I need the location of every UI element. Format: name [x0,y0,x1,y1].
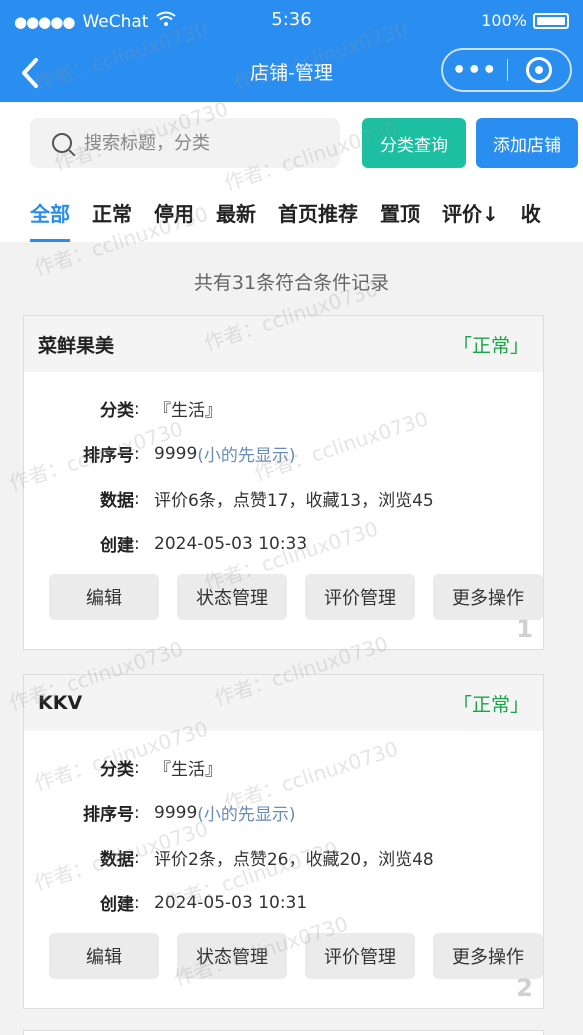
card-index: 1 [516,615,533,643]
card-body: 分类 : 『生活』 排序号 : 9999 (小的先显示) 数据 : 评价2条，点… [24,731,543,979]
status-badge: 「正常」 [452,693,529,716]
status-manage-button[interactable]: 状态管理 [177,574,287,620]
more-actions-button[interactable]: 更多操作 [433,574,543,620]
created-value: 2024-05-03 10:31 [154,892,308,913]
store-name: 菜鲜果美 [38,334,115,357]
tab-pinned[interactable]: 置顶 [380,182,420,242]
close-mini-program-button[interactable] [508,57,570,83]
edit-button[interactable]: 编辑 [49,933,159,979]
colon: : [134,398,140,419]
sort-value: 9999 [154,443,198,464]
created-field: 创建 : 2024-05-03 10:31 [24,880,543,925]
store-name: KKV [38,692,83,714]
colon: : [134,802,140,823]
data-label: 数据 [100,491,134,511]
more-menu-button[interactable]: ••• [443,58,507,83]
category-label: 分类 [100,401,134,421]
category-query-button[interactable]: 分类查询 [362,118,466,168]
store-card: 菜鲜果美 「正常」 分类 : 『生活』 排序号 : 9999 (小的先显示) 数… [23,315,544,650]
store-card: KKV 「正常」 分类 : 『生活』 排序号 : 9999 (小的先显示) 数据… [23,674,544,1009]
colon: : [134,533,140,554]
tab-latest[interactable]: 最新 [216,182,256,242]
colon: : [134,488,140,509]
sort-field: 排序号 : 9999 (小的先显示) [24,790,543,835]
search-input[interactable] [84,132,324,154]
sort-field: 排序号 : 9999 (小的先显示) [24,431,543,476]
created-value: 2024-05-03 10:33 [154,533,308,554]
created-label: 创建 [100,536,134,556]
colon: : [134,847,140,868]
card-body: 分类 : 『生活』 排序号 : 9999 (小的先显示) 数据 : 评价6条，点… [24,372,543,620]
filter-tabs: 全部 正常 停用 最新 首页推荐 置顶 评价↓ 收 [0,182,583,242]
data-value: 评价2条，点赞26，收藏20，浏览48 [154,850,434,870]
search-icon [52,133,72,153]
more-actions-button[interactable]: 更多操作 [433,933,543,979]
battery-percent: 100% [481,11,527,30]
store-card-partial [23,1030,544,1035]
data-value: 评价6条，点赞17，收藏13，浏览45 [154,491,434,511]
category-value: 『生活』 [154,760,222,780]
sort-label: 排序号 [83,805,134,825]
created-label: 创建 [100,895,134,915]
colon: : [134,443,140,464]
mini-program-capsule: ••• [441,48,572,92]
result-count: 共有31条符合条件记录 [193,272,390,294]
edit-button[interactable]: 编辑 [49,574,159,620]
review-manage-button[interactable]: 评价管理 [305,574,415,620]
battery-indicator: 100% [481,11,569,30]
colon: : [134,892,140,913]
search-box[interactable] [30,118,340,168]
add-store-button[interactable]: 添加店铺 [476,118,578,168]
sort-hint: (小的先显示) [197,446,296,466]
review-manage-button[interactable]: 评价管理 [305,933,415,979]
card-header: 菜鲜果美 「正常」 [24,316,543,372]
sort-value: 9999 [154,802,198,823]
status-badge: 「正常」 [452,334,529,357]
category-field: 分类 : 『生活』 [24,745,543,790]
tab-home-recommend[interactable]: 首页推荐 [278,182,358,242]
target-icon [526,57,553,83]
data-label: 数据 [100,850,134,870]
tab-normal[interactable]: 正常 [92,182,132,242]
card-index: 2 [516,974,533,1002]
sort-label: 排序号 [83,446,134,466]
tab-all[interactable]: 全部 [30,182,70,242]
tab-disabled[interactable]: 停用 [154,182,194,242]
battery-icon [533,12,569,29]
tab-reviews[interactable]: 评价↓ [442,182,499,242]
card-actions: 编辑 状态管理 评价管理 更多操作 [24,933,543,979]
card-header: KKV 「正常」 [24,675,543,731]
data-field: 数据 : 评价6条，点赞17，收藏13，浏览45 [24,476,543,521]
status-manage-button[interactable]: 状态管理 [177,933,287,979]
data-field: 数据 : 评价2条，点赞26，收藏20，浏览48 [24,835,543,880]
colon: : [134,757,140,778]
card-actions: 编辑 状态管理 评价管理 更多操作 [24,574,543,620]
search-row: 分类查询 添加店铺 [0,102,583,182]
status-bar: ●●●●● WeChat 5:36 100% [0,0,583,42]
nav-bar: 店铺-管理 ••• [0,42,583,102]
created-field: 创建 : 2024-05-03 10:33 [24,521,543,566]
category-value: 『生活』 [154,401,222,421]
category-field: 分类 : 『生活』 [24,386,543,431]
tab-favorites[interactable]: 收 [521,182,541,242]
category-label: 分类 [100,760,134,780]
sort-hint: (小的先显示) [197,805,296,825]
